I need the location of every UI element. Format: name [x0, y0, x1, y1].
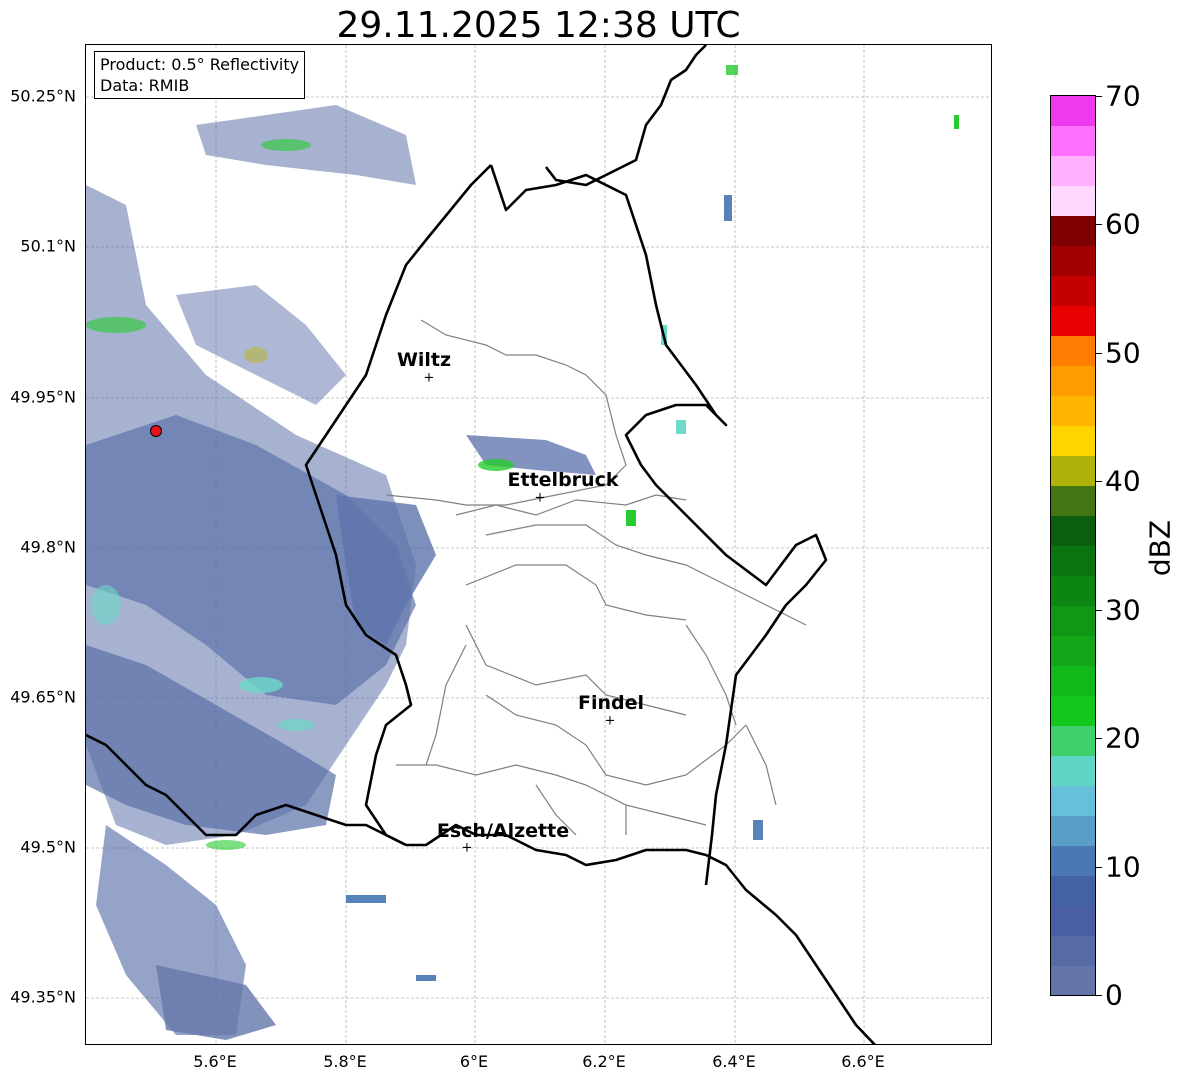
lat-tick-label: 49.8°N [20, 537, 76, 557]
colorbar-segment [1051, 785, 1095, 816]
lat-tick-label: 49.65°N [10, 687, 76, 707]
colorbar-segment [1051, 845, 1095, 876]
colorbar-tick [1096, 96, 1102, 97]
lon-tick-label: 5.8°E [323, 1052, 367, 1071]
colorbar-segment [1051, 455, 1095, 487]
colorbar-segment [1051, 935, 1095, 966]
colorbar-segment [1051, 485, 1095, 517]
city-label-wiltz: Wiltz [396, 349, 452, 371]
city-label-ettelbruck: Ettelbruck [507, 469, 619, 491]
colorbar-tick [1096, 995, 1102, 996]
colorbar-segment [1051, 215, 1095, 247]
colorbar-tick [1096, 481, 1102, 483]
colorbar-segment [1051, 665, 1095, 696]
city-marker-findel: + [604, 713, 616, 729]
colorbar-segment [1051, 965, 1095, 995]
colorbar-segment [1051, 155, 1095, 187]
colorbar-segment [1051, 815, 1095, 846]
colorbar-segment [1051, 365, 1095, 397]
colorbar-tick-label: 60 [1105, 207, 1141, 241]
colorbar-tick-label: 30 [1105, 593, 1141, 627]
colorbar-segment [1051, 185, 1095, 217]
data-source-text: Data: RMIB [100, 76, 190, 95]
lon-tick-label: 5.6°E [193, 1052, 237, 1071]
colorbar-segment [1051, 575, 1095, 606]
product-text: Product: 0.5° Reflectivity [100, 55, 300, 74]
colorbar-tick-label: 0 [1105, 978, 1123, 1012]
colorbar-segment [1051, 755, 1095, 786]
colorbar-segment [1051, 125, 1095, 157]
colorbar-tick [1096, 866, 1102, 868]
lon-tick-label: 6.6°E [841, 1052, 885, 1071]
lon-tick-label: 6.4°E [712, 1052, 756, 1071]
map-title: 29.11.2025 12:38 UTC [336, 5, 741, 46]
lat-tick-label: 50.1°N [20, 236, 76, 256]
colorbar-segment [1051, 905, 1095, 936]
city-label-findel: Findel [577, 692, 645, 714]
lon-tick-label: 6.2°E [582, 1052, 626, 1071]
colorbar-segment [1051, 335, 1095, 367]
dbz-colorbar [1050, 95, 1096, 996]
radar-map [85, 44, 992, 1045]
colorbar-tick-label: 50 [1105, 336, 1141, 370]
lon-tick-label: 6°E [459, 1052, 489, 1071]
lat-tick-label: 50.25°N [10, 86, 76, 106]
colorbar-tick [1096, 738, 1102, 740]
commune-borders [385, 319, 807, 836]
colorbar-tick [1096, 609, 1102, 611]
colorbar-segment [1051, 425, 1095, 457]
product-info-box: Product: 0.5° Reflectivity Data: RMIB [94, 51, 306, 99]
colorbar-segment [1051, 305, 1095, 337]
lat-tick-label: 49.95°N [10, 387, 76, 407]
city-label-esch-alzette: Esch/Alzette [436, 820, 570, 842]
city-marker-esch-alzette: + [461, 840, 473, 856]
colorbar-label: dBZ [1143, 519, 1177, 577]
colorbar-segment [1051, 875, 1095, 906]
lat-tick-label: 49.35°N [10, 987, 76, 1007]
map-canvas [86, 45, 991, 1044]
colorbar-segment [1051, 545, 1095, 576]
colorbar-segment [1051, 635, 1095, 666]
radar-echoes [86, 65, 959, 1040]
colorbar-segment [1051, 245, 1095, 277]
colorbar-segment [1051, 605, 1095, 636]
lat-tick-label: 49.5°N [20, 837, 76, 857]
city-marker-ettelbruck: + [534, 490, 546, 506]
radar-site-marker [150, 425, 162, 437]
colorbar-segment [1051, 96, 1095, 127]
colorbar-segment [1051, 725, 1095, 756]
colorbar-tick [1096, 224, 1102, 226]
colorbar-tick [1096, 352, 1102, 354]
colorbar-tick-label: 70 [1105, 79, 1141, 113]
colorbar-segment [1051, 515, 1095, 546]
colorbar-tick-label: 20 [1105, 721, 1141, 755]
colorbar-segment [1051, 395, 1095, 427]
city-marker-wiltz: + [423, 370, 435, 386]
colorbar-tick-label: 10 [1105, 850, 1141, 884]
colorbar-segment [1051, 275, 1095, 307]
colorbar-tick-label: 40 [1105, 464, 1141, 498]
colorbar-segment [1051, 695, 1095, 726]
